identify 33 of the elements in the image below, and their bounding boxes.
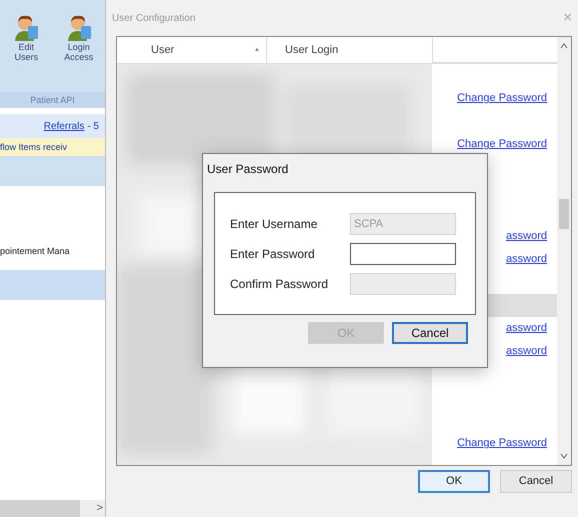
scrollbar[interactable] (557, 37, 571, 465)
notice-bar: flow Items receiv (0, 138, 105, 156)
column-header[interactable]: User Login (285, 42, 338, 58)
field-label: Enter Password (230, 246, 315, 262)
section-header: Patient API (0, 92, 105, 108)
referrals-count: - 5 (87, 120, 99, 134)
field-label: Confirm Password (230, 276, 328, 292)
input-field[interactable] (350, 242, 456, 264)
ok-button[interactable]: OK (418, 470, 490, 493)
change-password-link[interactable]: Change Password (457, 136, 547, 153)
window-title: User Configuration (112, 12, 196, 26)
scroll-thumb[interactable] (0, 500, 80, 517)
user-icon (13, 14, 40, 42)
scroll-up-icon[interactable] (560, 43, 568, 49)
change-password-link[interactable]: assword (506, 228, 547, 245)
cancel-button[interactable]: Cancel (500, 470, 572, 493)
menu-item[interactable]: pointement Mana (0, 242, 105, 260)
change-password-link[interactable]: assword (506, 343, 547, 360)
change-password-link[interactable]: assword (506, 251, 547, 268)
referrals-link[interactable]: Referrals (44, 118, 84, 134)
cancel-button[interactable]: Cancel (392, 322, 468, 344)
user-icon (66, 14, 92, 42)
scroll-arrow[interactable]: > (96, 500, 103, 517)
change-password-link[interactable]: Change Password (457, 435, 547, 452)
scroll-thumb[interactable] (559, 199, 569, 229)
change-password-link[interactable]: Change Password (457, 90, 547, 107)
toolbar-button[interactable]: Login Access (58, 14, 99, 62)
field-label: Enter Username (230, 216, 318, 232)
change-password-link[interactable]: assword (506, 320, 547, 337)
scroll-down-icon[interactable] (560, 453, 568, 459)
toolbar-button[interactable]: Edit Users (6, 14, 46, 62)
dialog-title: User Password (207, 161, 288, 178)
column-header[interactable]: User (151, 42, 174, 58)
